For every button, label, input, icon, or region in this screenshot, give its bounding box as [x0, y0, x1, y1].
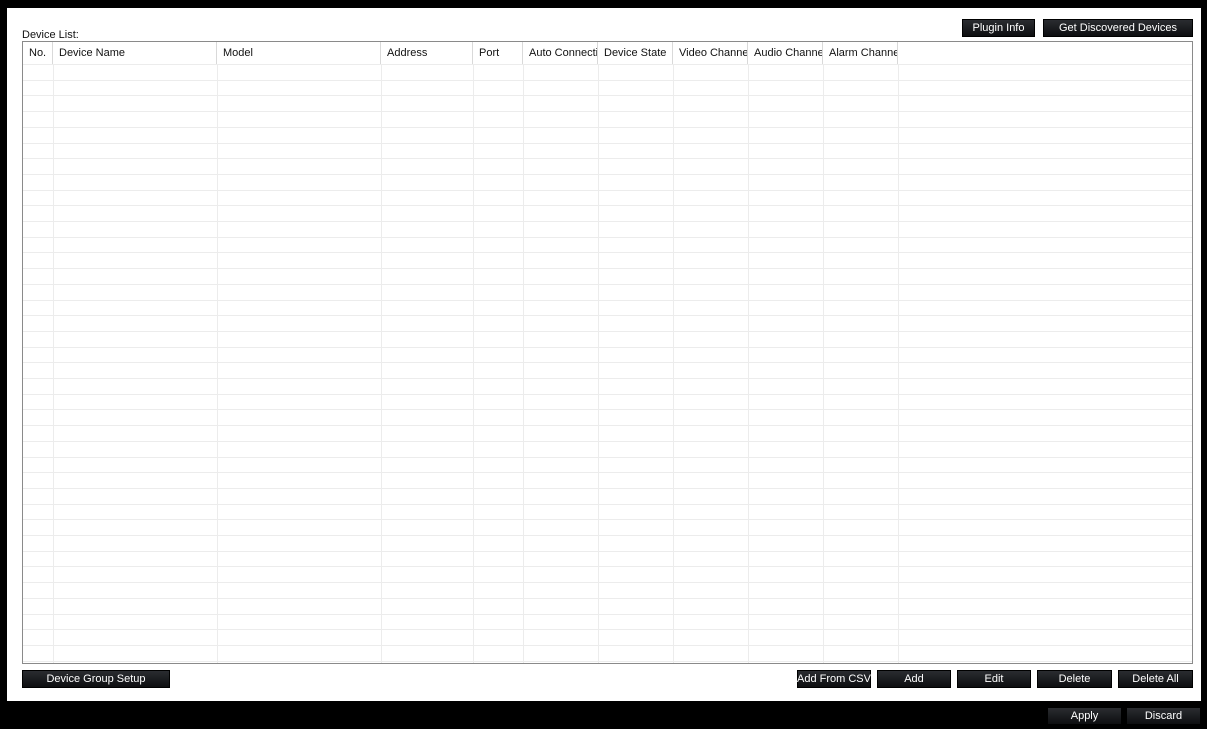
grid-row-line	[23, 283, 1192, 285]
grid-row-line	[23, 660, 1192, 662]
grid-row-line	[23, 173, 1192, 175]
device-group-setup-button[interactable]: Device Group Setup	[22, 670, 170, 688]
column-header-device-state[interactable]: Device State	[598, 42, 673, 64]
grid-row-line	[23, 613, 1192, 615]
grid-row-line	[23, 315, 1192, 317]
grid-row-line	[23, 472, 1192, 474]
column-header-address[interactable]: Address	[381, 42, 473, 64]
device-table-header: No. Device Name Model Address Port Auto …	[23, 42, 1192, 64]
grid-row-line	[23, 597, 1192, 599]
grid-row-line	[23, 158, 1192, 160]
add-from-csv-button[interactable]: Add From CSV	[797, 670, 871, 688]
grid-row-line	[23, 535, 1192, 536]
grid-column-line	[53, 64, 54, 663]
grid-row-line	[23, 566, 1192, 568]
grid-row-line	[23, 519, 1192, 521]
grid-row-line	[23, 142, 1192, 144]
grid-row-line	[23, 299, 1192, 301]
grid-row-line	[23, 111, 1192, 113]
grid-row-line	[23, 221, 1192, 222]
grid-row-line	[23, 629, 1192, 631]
grid-column-line	[598, 64, 599, 663]
column-header-audio-channel[interactable]: Audio Channel	[748, 42, 823, 64]
grid-row-line	[23, 126, 1192, 128]
grid-row-line	[23, 440, 1192, 442]
grid-row-line	[23, 362, 1192, 364]
discard-button[interactable]: Discard	[1126, 707, 1201, 725]
grid-row-line	[23, 425, 1192, 427]
grid-row-line	[23, 644, 1192, 646]
column-header-model[interactable]: Model	[217, 42, 381, 64]
grid-row-line	[23, 252, 1192, 254]
grid-column-line	[381, 64, 382, 663]
grid-row-line	[23, 409, 1192, 411]
grid-row-line	[23, 236, 1192, 238]
column-header-alarm-channel[interactable]: Alarm Channel	[823, 42, 898, 64]
grid-column-line	[523, 64, 524, 663]
grid-row-line	[23, 79, 1192, 81]
grid-row-line	[23, 205, 1192, 207]
grid-row-line	[23, 346, 1192, 348]
grid-column-line	[673, 64, 674, 663]
grid-row-line	[23, 550, 1192, 552]
grid-row-line	[23, 268, 1192, 270]
grid-row-line	[23, 378, 1192, 379]
grid-row-line	[23, 95, 1192, 97]
delete-button[interactable]: Delete	[1037, 670, 1112, 688]
grid-column-line	[823, 64, 824, 663]
grid-row-line	[23, 64, 1192, 65]
grid-row-line	[23, 456, 1192, 458]
grid-row-line	[23, 503, 1192, 505]
device-table-body	[23, 64, 1192, 663]
delete-all-button[interactable]: Delete All	[1118, 670, 1193, 688]
column-header-auto-connection[interactable]: Auto Connecti...	[523, 42, 598, 64]
grid-column-line	[473, 64, 474, 663]
get-discovered-devices-button[interactable]: Get Discovered Devices	[1043, 19, 1193, 37]
device-table[interactable]: No. Device Name Model Address Port Auto …	[22, 41, 1193, 664]
column-header-port[interactable]: Port	[473, 42, 523, 64]
edit-button[interactable]: Edit	[957, 670, 1031, 688]
grid-column-line	[217, 64, 218, 663]
grid-column-line	[748, 64, 749, 663]
grid-column-line	[898, 64, 899, 663]
grid-row-line	[23, 487, 1192, 489]
grid-row-line	[23, 393, 1192, 395]
plugin-info-button[interactable]: Plugin Info	[962, 19, 1035, 37]
grid-row-line	[23, 330, 1192, 332]
add-button[interactable]: Add	[877, 670, 951, 688]
column-header-device-name[interactable]: Device Name	[53, 42, 217, 64]
grid-row-line	[23, 189, 1192, 191]
apply-button[interactable]: Apply	[1047, 707, 1122, 725]
column-header-no[interactable]: No.	[23, 42, 53, 64]
column-header-video-channel[interactable]: Video Channel	[673, 42, 748, 64]
grid-row-line	[23, 582, 1192, 584]
device-list-label: Device List:	[22, 29, 79, 41]
